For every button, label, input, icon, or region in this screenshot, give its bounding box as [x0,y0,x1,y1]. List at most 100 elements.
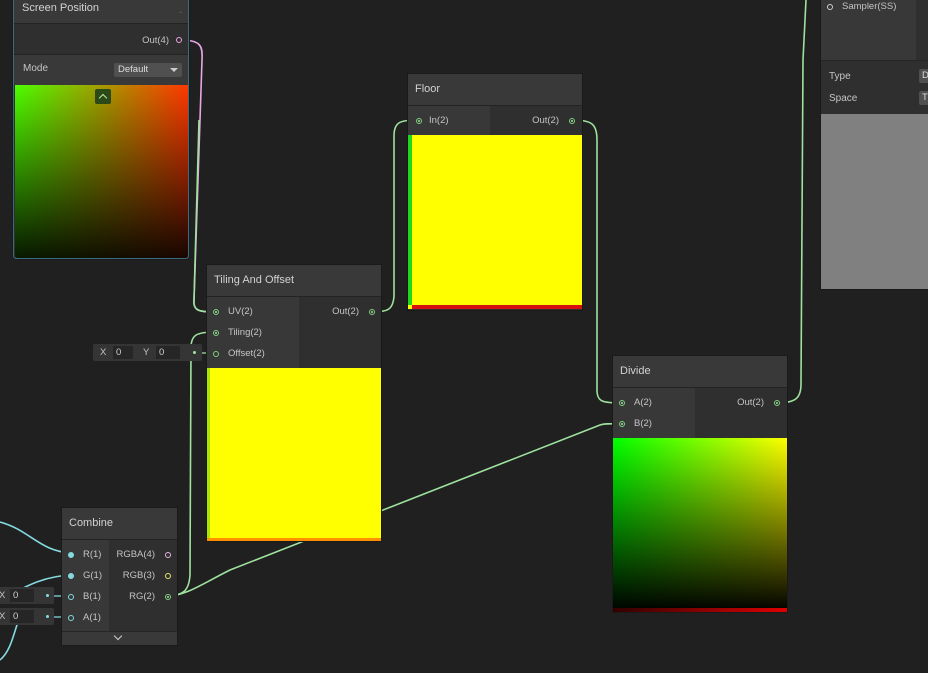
preview-bottom-edge [613,608,787,612]
port-connector-icon[interactable] [213,309,219,315]
preview-left-edge [408,135,412,305]
node-title: Floor [408,74,582,106]
preview-image [613,438,787,612]
node-title-text: Tiling And Offset [214,274,295,286]
port-g[interactable]: G(1) [68,566,102,586]
port-out[interactable]: Out(4) [142,31,183,51]
port-connector-icon[interactable] [68,552,74,558]
chevron-up-glyph [98,93,108,103]
node-title: Divide [613,356,787,388]
mode-value: Default [118,64,149,75]
port-rgb[interactable]: RGB(3) [123,566,171,586]
port-label: A(2) [634,397,652,408]
chevron-down-icon[interactable] [113,631,123,641]
port-rgba[interactable]: RGBA(4) [116,545,171,565]
combine-b-field[interactable]: X 0 [0,587,54,604]
port-out[interactable]: Out(2) [737,393,780,413]
offset-x-input[interactable]: 0 [113,346,133,359]
b-x-input[interactable]: 0 [10,589,34,602]
screen-position-node[interactable]: Screen Position ‸ Out(4) Mode Default [13,0,189,259]
port-label: Out(2) [737,397,764,408]
combine-node[interactable]: Combine R(1) G(1) B(1) A(1) RGBA(4) RGB(… [62,508,177,645]
port-connector-icon[interactable] [68,615,74,621]
port-connector-icon[interactable] [827,4,833,10]
port-connector-icon[interactable] [68,594,74,600]
port-connector-icon[interactable] [416,118,422,124]
port-in[interactable]: In(2) [416,111,449,131]
sample-texture-node[interactable]: Sampler(SS) Type D Space T [821,0,928,289]
offset-x-label: X [100,347,107,358]
preview-left-edge [207,368,210,538]
port-uv[interactable]: UV(2) [213,302,253,322]
port-label: RGBA(4) [116,549,155,560]
a-x-input[interactable]: 0 [10,610,34,623]
preview-bottom-edge [207,538,381,541]
space-dropdown[interactable]: T [919,91,928,105]
field-port-dot-icon [46,615,49,618]
port-offset[interactable]: Offset(2) [213,344,265,364]
port-connector-icon[interactable] [569,118,575,124]
port-label: Out(2) [332,306,359,317]
port-label: A(1) [83,612,101,623]
mode-label: Mode [23,63,49,74]
b-x-label: X [0,590,6,601]
port-sampler[interactable]: Sampler(SS) [827,0,896,17]
node-title-text: Combine [69,517,114,529]
expand-bar[interactable] [62,631,177,645]
mode-row: Mode Default [14,54,188,85]
port-label: B(1) [83,591,101,602]
type-label: Type [829,71,851,82]
port-tiling[interactable]: Tiling(2) [213,323,262,343]
port-connector-icon[interactable] [213,330,219,336]
offset-y-label: Y [143,347,150,358]
offset-y-input[interactable]: 0 [156,346,180,359]
chevron-up-icon[interactable]: ‸ [179,0,182,24]
port-label: Out(2) [532,115,559,126]
port-connector-icon[interactable] [369,309,375,315]
divide-node[interactable]: Divide A(2) B(2) Out(2) [613,356,787,612]
floor-node[interactable]: Floor In(2) Out(2) [408,74,582,310]
port-connector-icon[interactable] [619,421,625,427]
node-title-text: Divide [620,365,651,377]
offset-vector-field[interactable]: X 0 Y 0 [93,344,202,361]
port-label: RG(2) [129,591,155,602]
port-out[interactable]: Out(2) [332,302,375,322]
port-connector-icon[interactable] [165,594,171,600]
node-title: Screen Position ‸ [14,0,188,24]
preview-bottom-edge [412,305,582,309]
port-connector-icon[interactable] [165,552,171,558]
port-label: RGB(3) [122,570,155,581]
port-connector-icon[interactable] [213,351,219,357]
port-connector-icon[interactable] [619,400,625,406]
port-r[interactable]: R(1) [68,545,101,565]
port-b[interactable]: B(2) [619,414,652,434]
preview-image [207,368,381,541]
port-label: In(2) [429,115,449,126]
field-port-dot-icon [193,351,196,354]
port-b[interactable]: B(1) [68,587,101,607]
port-out[interactable]: Out(2) [532,111,575,131]
port-rg[interactable]: RG(2) [129,587,171,607]
preview-image [15,85,188,258]
port-connector-icon[interactable] [165,573,171,579]
port-label: Sampler(SS) [842,1,897,12]
field-port-dot-icon [46,594,49,597]
port-label: Out(4) [142,35,169,46]
port-a[interactable]: A(2) [619,393,652,413]
tiling-and-offset-node[interactable]: Tiling And Offset UV(2) Tiling(2) Offset… [207,265,381,541]
port-connector-icon[interactable] [774,400,780,406]
type-dropdown[interactable]: D [919,69,928,83]
chevron-up-icon[interactable] [95,89,111,104]
settings-panel: Type D Space T [821,60,928,115]
port-label: Tiling(2) [228,327,262,338]
port-a[interactable]: A(1) [68,608,101,628]
dropdown-arrow-icon [170,68,178,72]
port-connector-icon[interactable] [68,573,74,579]
port-label: G(1) [83,570,102,581]
node-title-text: Floor [415,83,441,95]
mode-dropdown[interactable]: Default [114,63,182,77]
preview-image [408,135,582,309]
port-connector-icon[interactable] [176,37,182,43]
node-title: Tiling And Offset [207,265,381,297]
combine-a-field[interactable]: X 0 [0,608,54,625]
